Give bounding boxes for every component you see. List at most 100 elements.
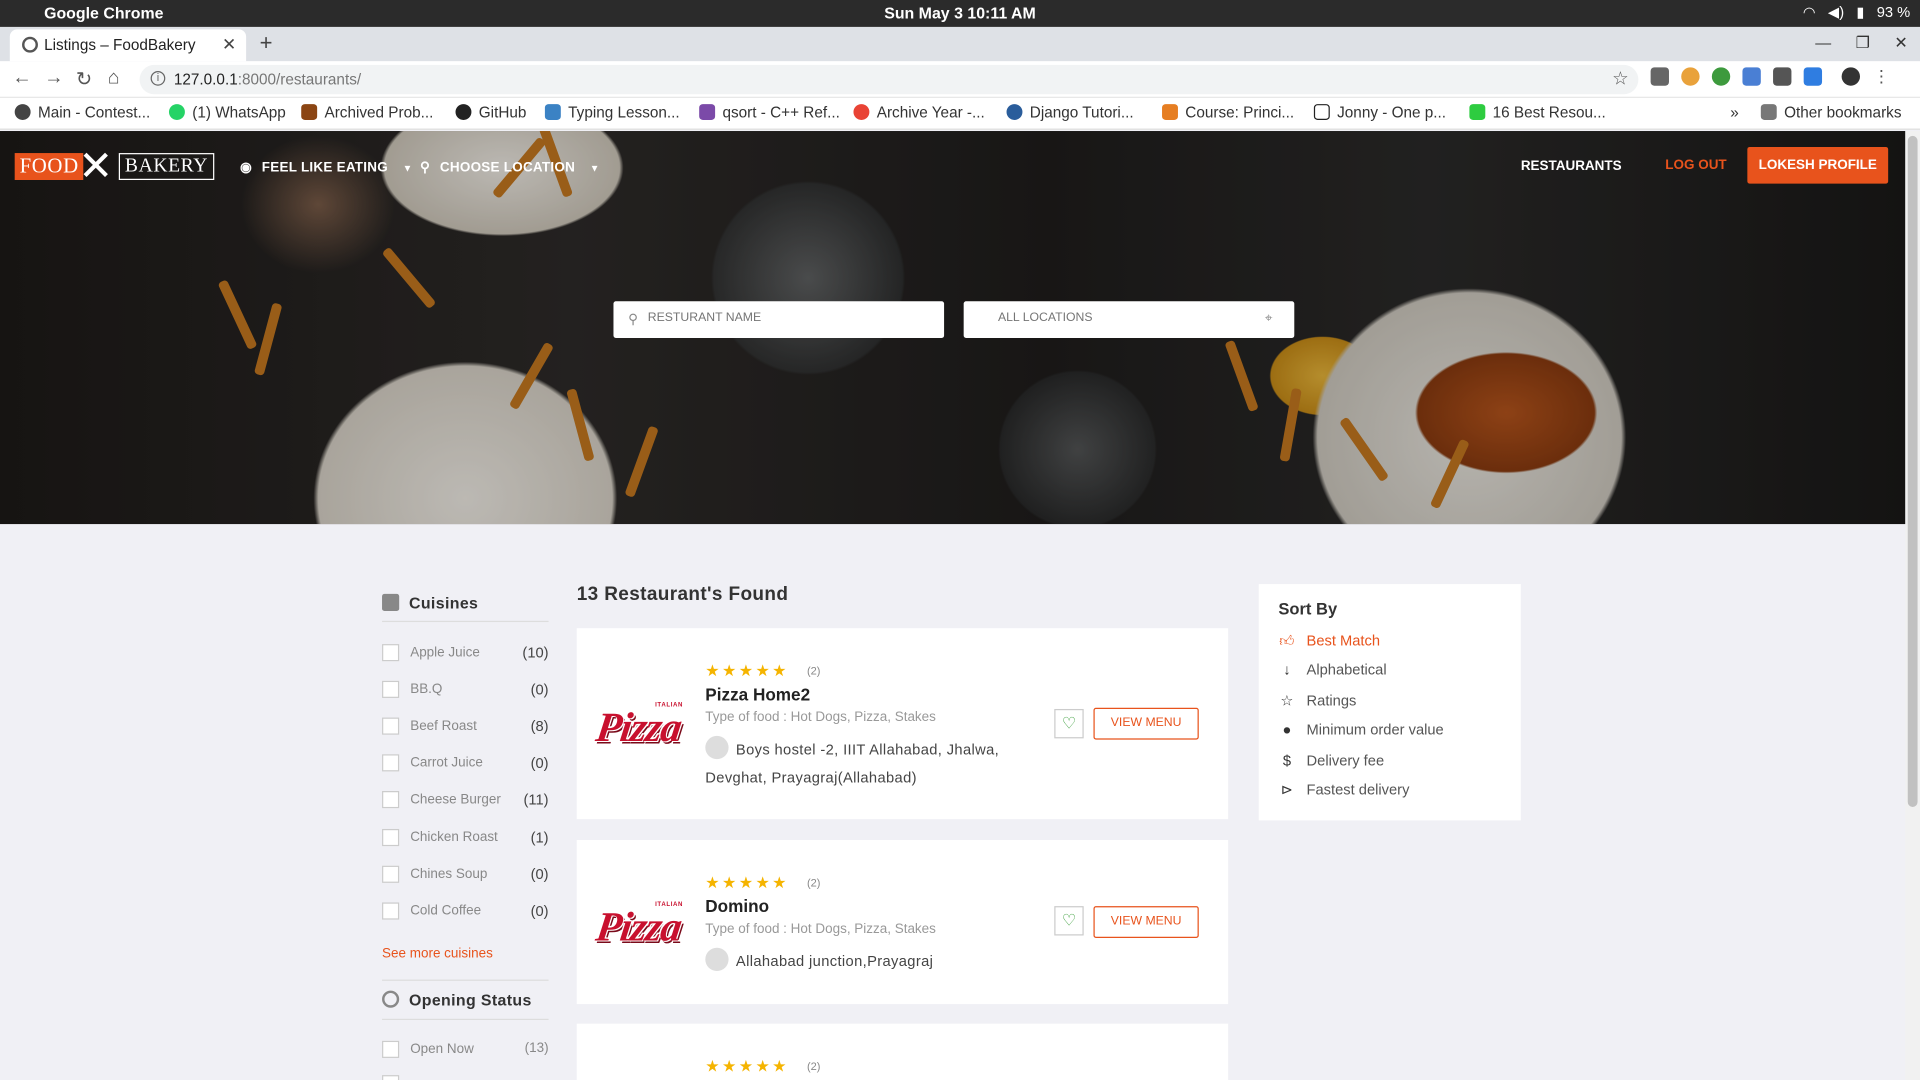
cuisine-filter-row[interactable]: Chines Soup (0) [382,863,549,885]
checkbox[interactable] [382,680,400,698]
extension-translate-icon[interactable] [1742,67,1761,86]
thumbs-up-icon: 👍︎ [1279,631,1295,649]
bookmark-item[interactable]: Archived Prob... [301,104,433,121]
home-icon[interactable]: ⌂ [108,67,120,89]
bookmark-item[interactable]: qsort - C++ Ref... [699,104,840,121]
browser-tab[interactable]: Listings – FoodBakery ✕ [9,29,247,62]
location-badge-icon [705,947,729,972]
bookmark-item[interactable]: 16 Best Resou... [1469,104,1606,121]
extension-globe-icon[interactable] [1711,67,1731,86]
other-bookmarks[interactable]: Other bookmarks [1760,104,1901,121]
checkbox[interactable] [382,865,400,883]
cuisine-filter-row[interactable]: Apple Juice (10) [382,642,549,664]
rating-count: (2) [806,876,821,889]
wifi-icon[interactable]: ◠ [1803,4,1816,21]
close-window-icon[interactable]: ✕ [1894,33,1907,53]
checkbox[interactable] [382,828,400,847]
checkbox[interactable] [382,1075,400,1080]
volume-icon[interactable]: ◀) [1828,4,1844,21]
cuisine-filter-row[interactable]: Cheese Burger (11) [382,789,549,811]
extension-shield-icon[interactable] [1773,67,1792,86]
view-menu-button[interactable]: VIEW MENU [1093,707,1199,740]
battery-icon[interactable]: ▮ [1856,4,1864,21]
site-info-icon[interactable]: i [150,71,166,86]
back-arrow-icon[interactable]: ← [12,67,32,89]
minimize-icon[interactable]: — [1815,33,1831,53]
extension-cookie-icon[interactable] [1681,67,1700,86]
bookmark-item[interactable]: Typing Lesson... [544,104,680,121]
sort-option-ratings[interactable]: ☆ Ratings [1278,692,1356,709]
checkbox[interactable] [382,791,400,809]
cuisine-filter-row[interactable]: BB.Q (0) [382,678,549,700]
restaurant-name-search[interactable]: ⚲ [613,301,945,338]
checkbox[interactable] [382,717,400,735]
location-search[interactable]: ⌖ [963,301,1295,338]
sort-option-fastest-delivery[interactable]: ⊳ Fastest delivery [1278,781,1410,798]
cuisine-filter-row[interactable]: Chicken Roast (1) [382,827,549,849]
os-top-bar: Google Chrome Sun May 3 10:11 AM ◠ ◀) ▮ … [0,0,1920,27]
restaurant-name[interactable]: Pizza Home2 [705,684,810,704]
bookmark-item[interactable]: Main - Contest... [14,104,150,121]
bookmark-item[interactable]: Jonny - One p... [1313,104,1446,121]
rating-count: (2) [806,1060,821,1073]
close-tab-icon[interactable]: ✕ [222,34,236,55]
restaurants-link[interactable]: RESTAURANTS [1521,159,1622,174]
sort-option-delivery-fee[interactable]: $ Delivery fee [1278,752,1384,769]
checkbox[interactable] [382,902,400,920]
sort-option-best-match[interactable]: 👍︎ Best Match [1278,632,1380,650]
bookmark-item[interactable]: (1) WhatsApp [168,104,286,121]
sort-option-alphabetical[interactable]: ↓ Alphabetical [1278,661,1386,678]
cuisine-filter-row[interactable]: Beef Roast (8) [382,715,549,737]
choose-location-menu[interactable]: ⚲ CHOOSE LOCATION ▼ [420,159,600,175]
location-badge-icon [705,735,729,760]
restaurant-name[interactable]: Domino [705,896,769,916]
extensions: ⋮ [1650,67,1891,86]
sort-option-minimum-order[interactable]: ● Minimum order value [1278,721,1444,739]
page-scrollbar[interactable] [1905,131,1920,1080]
favorite-heart-button[interactable]: ♡ [1054,906,1084,936]
checkbox[interactable] [382,1040,400,1058]
bookmark-item[interactable]: GitHub [455,104,526,121]
location-input[interactable] [997,311,1268,325]
feel-like-eating-menu[interactable]: ◉ FEEL LIKE EATING ▼ [240,159,413,175]
clock[interactable]: Sun May 3 10:11 AM [0,4,1920,22]
restaurant-logo[interactable]: ITALIAN Pizza [593,899,689,953]
maximize-icon[interactable]: ❐ [1856,33,1870,53]
forward-arrow-icon[interactable]: → [44,67,64,89]
bookmark-item[interactable]: Archive Year -... [853,104,985,121]
view-menu-button[interactable]: VIEW MENU [1093,906,1199,938]
bookmark-item[interactable]: Django Tutori... [1006,104,1134,121]
opening-filter-row[interactable]: Open Now (13) [382,1038,549,1060]
results-count: 13 Restaurant's Found [576,584,789,605]
crosshair-icon[interactable]: ⌖ [1265,311,1273,327]
logo-food: FOOD [14,153,84,180]
cuisine-filter-row[interactable]: Carrot Juice (0) [382,752,549,774]
new-tab-icon[interactable]: + [260,31,273,57]
reload-icon[interactable]: ↻ [76,67,92,91]
favorite-heart-button[interactable]: ♡ [1054,708,1084,739]
bookmark-star-icon[interactable]: ☆ [1612,67,1628,90]
rating-count: (2) [806,664,821,678]
bookmarks-overflow-icon[interactable]: » [1730,104,1739,121]
restaurant-name-input[interactable] [647,311,918,325]
address-bar[interactable]: i 127.0.0.1:8000/restaurants/ ☆ [139,64,1639,95]
whatsapp-icon [168,104,185,120]
profile-avatar-icon[interactable] [1841,67,1860,86]
cuisine-filter-row[interactable]: Cold Coffee (0) [382,900,549,922]
checkbox[interactable] [382,644,400,662]
checkbox[interactable] [382,754,400,772]
food-type: Type of food : Hot Dogs, Pizza, Stakes [705,922,936,937]
user-order-icon: ● [1282,721,1292,739]
extension-check-icon[interactable] [1803,67,1823,86]
chevron-down-icon: ▼ [589,162,600,174]
logout-link[interactable]: LOG OUT [1665,158,1726,173]
restaurant-logo[interactable]: ITALIAN Pizza [593,699,689,753]
bookmark-favicon-icon [14,104,31,120]
menu-kebab-icon[interactable]: ⋮ [1872,67,1890,85]
see-more-cuisines-link[interactable]: See more cuisines [382,947,493,962]
profile-button[interactable]: LOKESH PROFILE [1747,146,1889,184]
bookmark-item[interactable]: Course: Princi... [1162,104,1294,121]
extension-eyedropper-icon[interactable] [1650,67,1669,86]
opening-filter-row[interactable] [382,1073,549,1080]
scrollbar-thumb[interactable] [1907,135,1918,807]
